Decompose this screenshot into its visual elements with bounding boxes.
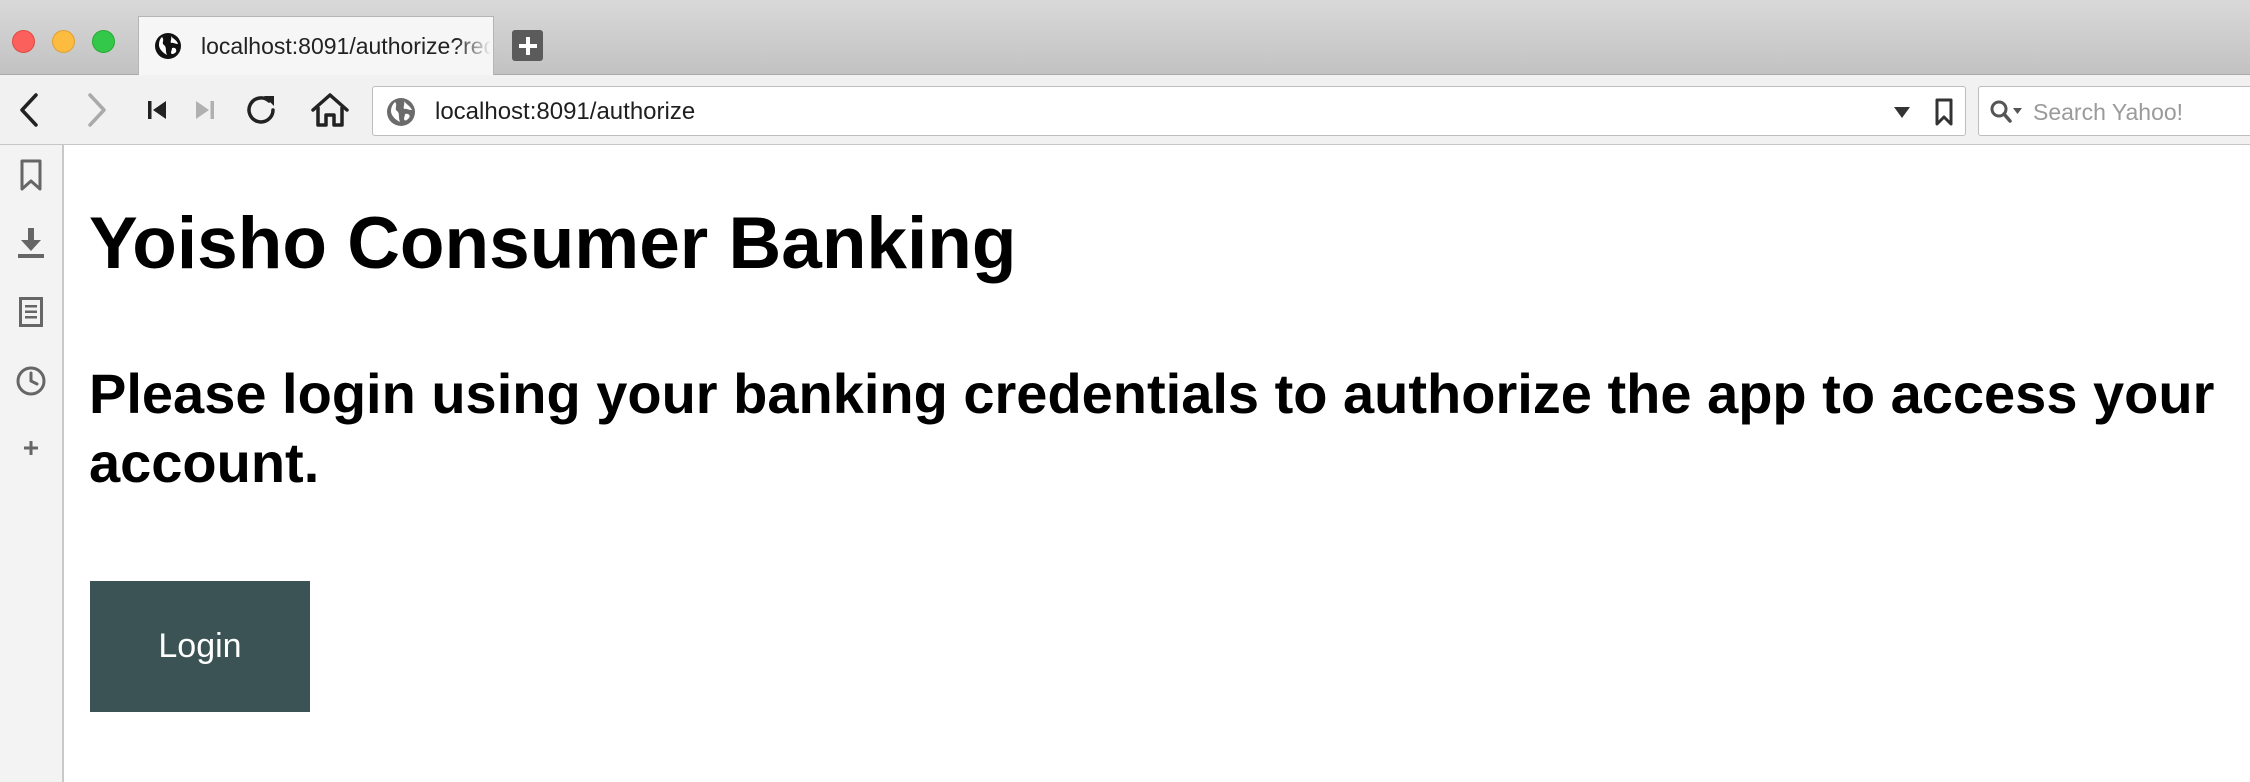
address-bar[interactable]: localhost:8091/authorize [372,86,1966,136]
home-icon [311,93,349,127]
globe-icon [387,98,415,126]
plus-icon [24,441,38,455]
navigation-toolbar: localhost:8091/authorize [0,75,2250,145]
download-icon [18,228,44,258]
skip-back-icon [148,101,166,119]
chevron-down-icon[interactable] [1891,101,1913,123]
skip-forward-button[interactable] [182,87,228,133]
login-button[interactable]: Login [90,581,310,712]
page-content: Yoisho Consumer Banking Please login usi… [66,145,2250,782]
search-bar[interactable] [1978,86,2250,136]
search-input[interactable] [2033,95,2250,129]
chevron-right-icon [88,93,106,127]
sidebar-downloads-button[interactable] [13,225,49,261]
maximize-window-button[interactable] [92,30,115,53]
search-icon [1990,100,2022,123]
browser-sidebar [0,145,64,782]
reload-button[interactable] [238,87,284,133]
minimize-window-button[interactable] [52,30,75,53]
browser-tab[interactable]: localhost:8091/authorize?redirect [138,16,494,75]
sidebar-reading-list-button[interactable] [13,294,49,330]
skip-back-button[interactable] [134,87,180,133]
bookmark-icon [20,159,42,191]
home-button[interactable] [307,87,353,133]
close-window-button[interactable] [12,30,35,53]
forward-button[interactable] [74,87,120,133]
bookmark-icon[interactable] [1933,98,1955,126]
reload-icon [247,96,275,124]
new-tab-button[interactable] [512,30,543,61]
sidebar-history-button[interactable] [13,363,49,399]
globe-icon [155,33,181,59]
skip-forward-icon [196,101,214,119]
sidebar-add-button[interactable] [13,430,49,466]
page-title: Yoisho Consumer Banking [89,203,1017,284]
chevron-left-icon [20,93,38,127]
back-button[interactable] [6,87,52,133]
tab-title: localhost:8091/authorize?redirect [201,32,491,59]
history-icon [16,366,46,396]
plus-icon [518,36,537,55]
tab-strip: localhost:8091/authorize?redirect [0,0,2250,75]
url-text[interactable]: localhost:8091/authorize [435,98,695,126]
sidebar-bookmarks-button[interactable] [13,157,49,193]
reading-list-icon [19,297,43,327]
page-subtitle: Please login using your banking credenti… [89,362,2215,494]
